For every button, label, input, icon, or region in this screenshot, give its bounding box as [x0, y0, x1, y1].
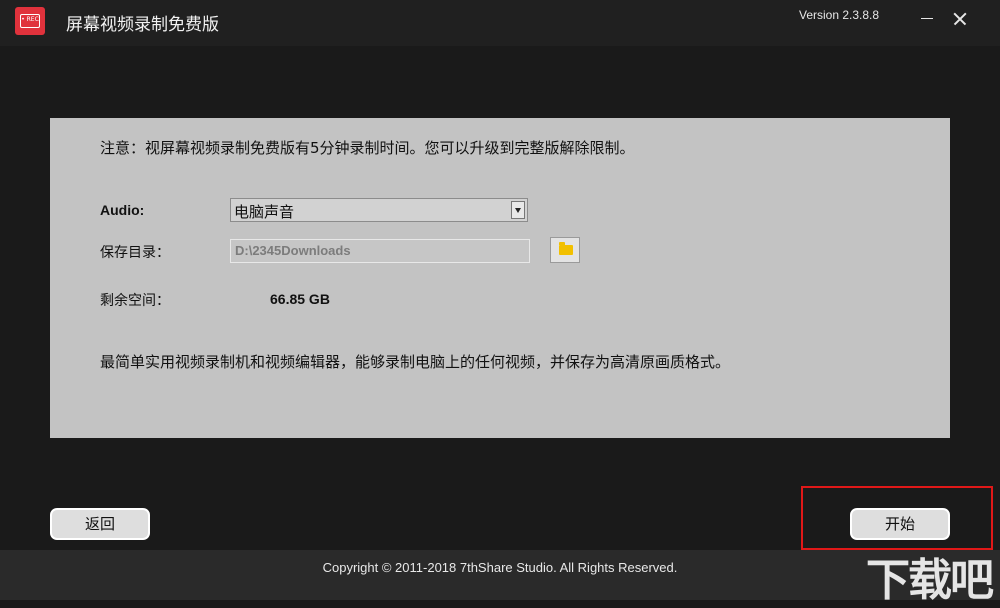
audio-label: Audio:	[100, 202, 145, 218]
watermark-logo: 下载吧	[866, 555, 994, 606]
version-label: Version 2.3.8.8	[799, 8, 880, 22]
app-logo: • REC	[15, 7, 45, 35]
rec-icon: • REC	[20, 14, 40, 28]
audio-select[interactable]: 电脑声音	[230, 198, 528, 222]
save-dir-value: D:\2345Downloads	[235, 243, 351, 258]
folder-icon	[559, 242, 573, 255]
description-text: 最简单实用视频录制机和视频编辑器，能够录制电脑上的任何视频，并保存为高清原画质格…	[100, 353, 731, 371]
back-button[interactable]: 返回	[50, 508, 150, 540]
free-space-value: 66.85 GB	[270, 291, 330, 307]
minimize-icon	[921, 18, 933, 19]
app-title: 屏幕视频录制免费版	[66, 15, 219, 35]
notice-text: 注意：视屏幕视频录制免费版有5分钟录制时间。您可以升级到完整版解除限制。	[100, 139, 635, 157]
copyright-text: Copyright © 2011-2018 7thShare Studio. A…	[322, 560, 678, 575]
chevron-down-icon[interactable]	[511, 201, 525, 219]
settings-panel: 注意：视屏幕视频录制免费版有5分钟录制时间。您可以升级到完整版解除限制。 Aud…	[50, 118, 950, 438]
start-button[interactable]: 开始	[850, 508, 950, 540]
minimize-button[interactable]	[914, 6, 940, 32]
save-dir-label: 保存目录：	[100, 245, 170, 261]
free-space-label: 剩余空间：	[100, 293, 170, 309]
close-button[interactable]	[946, 6, 972, 32]
browse-folder-button[interactable]	[550, 237, 580, 263]
title-bar: • REC 屏幕视频录制免费版 Version 2.3.8.8	[0, 0, 1000, 46]
save-dir-field[interactable]: D:\2345Downloads	[230, 239, 530, 263]
footer: Copyright © 2011-2018 7thShare Studio. A…	[0, 550, 1000, 600]
audio-select-value: 电脑声音	[234, 203, 295, 221]
logo-text: • REC	[21, 16, 39, 23]
